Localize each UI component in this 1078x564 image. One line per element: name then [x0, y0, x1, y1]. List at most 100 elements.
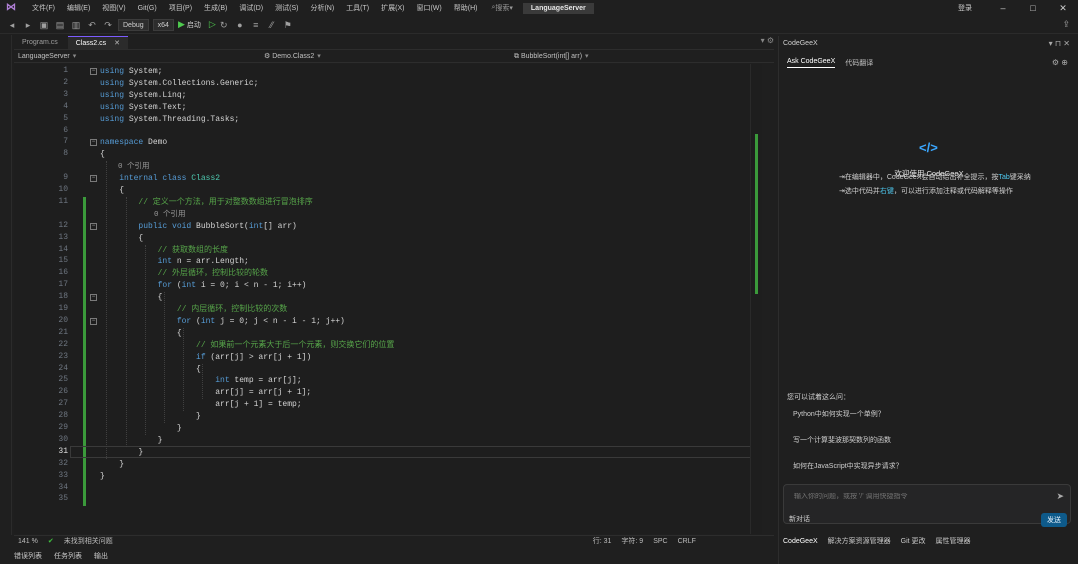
nav-class-select[interactable]: ⚙ Demo.Class2 ▾ [264, 52, 321, 60]
tab-task-list[interactable]: 任务列表 [54, 551, 82, 561]
code-line[interactable]: public void BubbleSort(int[] arr) [100, 221, 296, 233]
suggestion-item[interactable]: Python中如何实现一个单例？ [787, 406, 987, 422]
current-line-highlight [70, 445, 762, 458]
code-line[interactable]: if (arr[j] > arr[j + 1]) [100, 352, 311, 364]
menu-tools[interactable]: 工具(T) [340, 3, 375, 13]
live-share-icon[interactable]: ⇪ [1062, 19, 1070, 30]
minimize-icon[interactable]: – [988, 0, 1018, 16]
tab-overflow-icon[interactable]: ▾ ⚙ [761, 36, 774, 45]
redo-icon[interactable]: ↷ [102, 19, 114, 31]
chat-input[interactable] [794, 493, 1044, 500]
search-box[interactable]: ⌕ 搜索 ▾ [491, 3, 512, 13]
send-button[interactable]: 发送 [1041, 513, 1067, 527]
tab-code-translation[interactable]: 代码翻译 [845, 58, 873, 68]
tab-program-cs[interactable]: Program.cs [14, 36, 66, 49]
codelens-references[interactable]: 0 个引用 [100, 209, 186, 221]
close-icon[interactable]: ✕ [1048, 0, 1078, 16]
zoom-level[interactable]: 141 % [18, 538, 38, 545]
tab-solution-explorer[interactable]: 解决方案资源管理器 [828, 536, 891, 546]
tab-output[interactable]: 输出 [94, 551, 108, 561]
maximize-icon[interactable]: □ [1018, 0, 1048, 16]
sign-in-link[interactable]: 登录 [958, 3, 972, 13]
menu-debug[interactable]: 调试(D) [233, 3, 269, 13]
menu-edit[interactable]: 编辑(E) [61, 3, 96, 13]
code-line[interactable]: arr[j] = arr[j + 1]; [100, 387, 311, 399]
send-icon[interactable]: ➤ [1056, 491, 1064, 502]
new-item-icon[interactable]: ▣ [38, 19, 50, 31]
code-line[interactable]: { [100, 149, 105, 161]
tab-ask-codegeex[interactable]: Ask CodeGeeX [787, 58, 836, 68]
issues-status[interactable]: 未找到相关问题 [64, 536, 113, 546]
code-line[interactable]: int temp = arr[j]; [100, 375, 301, 387]
tab-class2-cs[interactable]: Class2.cs ✕ [67, 36, 128, 49]
suggestion-item[interactable]: 写一个计算斐波那契数列的函数 [787, 432, 987, 448]
nav-member-select[interactable]: ⧉ BubbleSort(int[] arr) ▾ [514, 52, 589, 61]
run-button-label[interactable]: 启动 [187, 20, 201, 30]
project-name-badge[interactable]: LanguageServer [522, 2, 594, 14]
class-icon: ⚙ [264, 53, 273, 60]
code-line[interactable]: using System; [100, 66, 162, 78]
codelens-references[interactable]: 0 个引用 [100, 161, 150, 173]
new-chat-button[interactable]: 新对话 [789, 514, 810, 524]
code-line[interactable]: } [100, 471, 105, 483]
menu-git[interactable]: Git(G) [132, 5, 163, 12]
menu-help[interactable]: 帮助(H) [448, 3, 484, 13]
tab-property-manager[interactable]: 属性管理器 [936, 536, 971, 546]
nav-class-label: Demo.Class2 [272, 53, 315, 60]
code-line[interactable]: using System.Text; [100, 102, 186, 114]
bookmark-icon[interactable]: ⚑ [282, 19, 294, 31]
code-line[interactable]: { [100, 185, 124, 197]
run-icon[interactable]: ▶ [178, 19, 185, 30]
menu-test[interactable]: 测试(S) [269, 3, 304, 13]
menu-project[interactable]: 项目(P) [163, 3, 198, 13]
run-without-debug-icon[interactable]: ▷ [209, 19, 216, 30]
menu-analyze[interactable]: 分析(N) [304, 3, 340, 13]
code-line[interactable]: arr[j + 1] = temp; [100, 399, 301, 411]
configuration-select[interactable]: Debug [118, 18, 149, 31]
code-line[interactable]: { [100, 328, 182, 340]
code-line[interactable]: // 内层循环，控制比较的次数 [100, 304, 287, 316]
comment-icon[interactable]: ⁄⁄ [266, 19, 278, 31]
code-line[interactable]: } [100, 411, 201, 423]
nav-project-select[interactable]: LanguageServer ▾ [18, 52, 76, 60]
code-line[interactable]: } [100, 459, 124, 471]
menu-view[interactable]: 视图(V) [96, 3, 131, 13]
code-line[interactable]: namespace Demo [100, 137, 167, 149]
code-line[interactable]: // 定义一个方法，用于对整数数组进行冒泡排序 [100, 197, 312, 209]
close-tab-icon[interactable]: ✕ [114, 40, 120, 47]
code-line[interactable]: // 获取数组的长度 [100, 245, 228, 257]
forward-icon[interactable]: ▸ [22, 19, 34, 31]
undo-icon[interactable]: ↶ [86, 19, 98, 31]
save-all-icon[interactable]: ▥ [70, 19, 82, 31]
panel-pin-icon[interactable]: ▾ ⊓ ✕ [1049, 39, 1070, 48]
code-line[interactable]: { [100, 292, 163, 304]
code-line[interactable]: using System.Linq; [100, 90, 186, 102]
breakpoint-icon[interactable]: ● [234, 19, 246, 31]
code-line[interactable]: { [100, 364, 201, 376]
format-icon[interactable]: ≡ [250, 19, 262, 31]
save-icon[interactable]: ▤ [54, 19, 66, 31]
code-line[interactable]: internal class Class2 [100, 173, 220, 185]
tab-error-list[interactable]: 错误列表 [14, 551, 42, 561]
code-line[interactable]: using System.Collections.Generic; [100, 78, 258, 90]
menu-extensions[interactable]: 扩展(X) [375, 3, 410, 13]
code-editor[interactable]: 1 2 3 4 5 6 7 8 9 10 11 12 13 14 15 16 17 18 19 20 21 22 23 24 2… [14, 64, 762, 534]
code-line[interactable]: for (int i = 0; i < n - 1; i++) [100, 280, 307, 292]
suggestion-item[interactable]: 如何在JavaScript中实现异步请求？ [787, 458, 987, 474]
platform-select[interactable]: x64 [152, 18, 174, 31]
menu-window[interactable]: 窗口(W) [410, 3, 447, 13]
menu-build[interactable]: 生成(B) [198, 3, 233, 13]
code-line[interactable]: for (int j = 0; j < n - i - 1; j++) [100, 316, 345, 328]
tab-codegeex[interactable]: CodeGeeX [783, 538, 818, 545]
code-line[interactable]: using System.Threading.Tasks; [100, 114, 239, 126]
back-icon[interactable]: ◂ [6, 19, 18, 31]
panel-settings-icon[interactable]: ⚙ ⊕ [1052, 58, 1068, 67]
hint-text: 键采纳 [1009, 174, 1031, 181]
menu-file[interactable]: 文件(F) [26, 3, 61, 13]
hot-reload-icon[interactable]: ↻ [218, 19, 230, 31]
tab-git-changes[interactable]: Git 更改 [901, 536, 926, 546]
code-line[interactable]: } [100, 423, 182, 435]
code-area[interactable]: using System; using System.Collections.Ge… [14, 64, 762, 534]
code-line[interactable]: int n = arr.Length; [100, 256, 249, 268]
vertical-scrollbar[interactable] [750, 64, 762, 534]
